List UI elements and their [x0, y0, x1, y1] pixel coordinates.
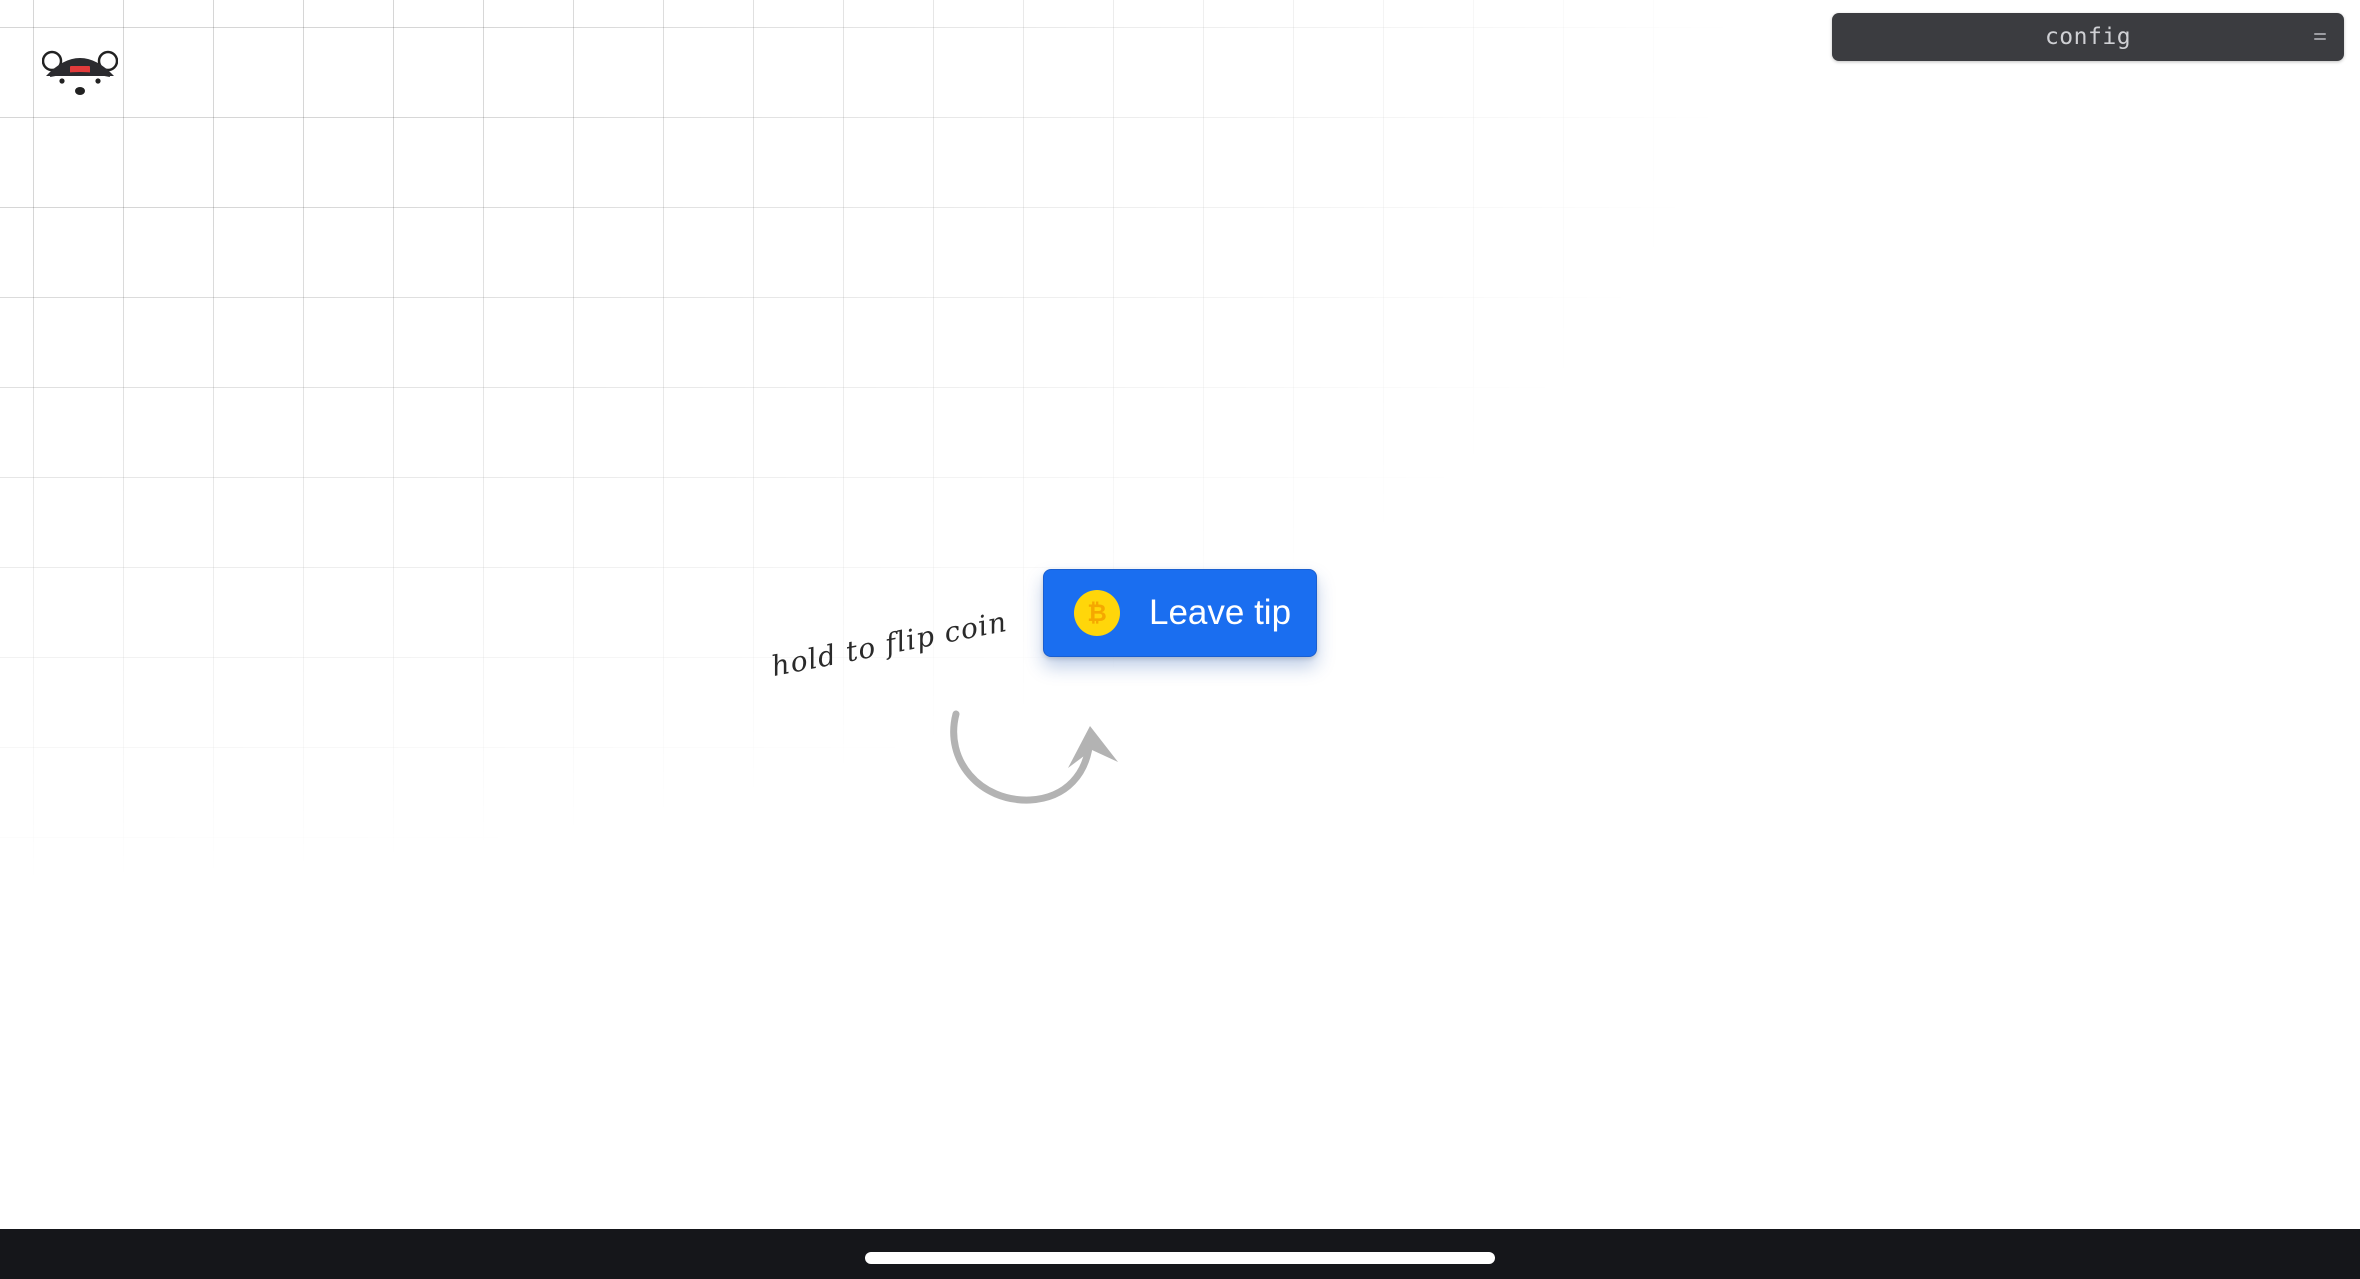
bitcoin-glyph: ₿: [1087, 599, 1107, 627]
curved-arrow-icon: [940, 700, 1140, 815]
bear-logo-icon: [41, 48, 119, 106]
collapse-icon[interactable]: [2314, 29, 2326, 43]
home-indicator[interactable]: [865, 1252, 1495, 1264]
config-title: config: [2044, 24, 2132, 50]
system-bottom-bar: [0, 1229, 2360, 1279]
canvas: config hold to flip coin ₿ Leave tip: [0, 0, 2360, 1229]
leave-tip-button[interactable]: ₿ Leave tip: [1043, 569, 1317, 657]
config-panel-header[interactable]: config: [1832, 13, 2344, 61]
bitcoin-icon: ₿: [1074, 590, 1120, 636]
leave-tip-label: Leave tip: [1149, 593, 1292, 632]
